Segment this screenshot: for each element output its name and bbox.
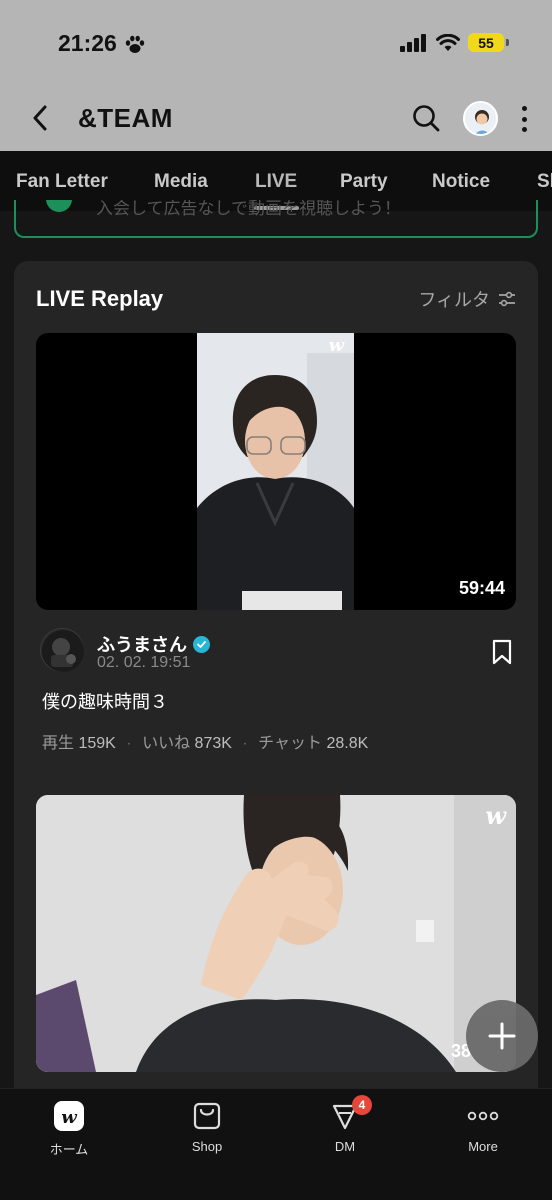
filter-label: フィルタ — [418, 290, 490, 310]
nav-label: Shop — [191, 1139, 223, 1154]
dm-badge: 4 — [352, 1095, 372, 1115]
tab-party[interactable]: Party — [340, 171, 388, 193]
bottom-navigation: w ホーム Shop 4 DM More — [0, 1088, 552, 1200]
chevron-left-icon — [33, 105, 47, 131]
tab-shop[interactable]: Sh — [537, 171, 552, 193]
tab-media[interactable]: Media — [154, 171, 208, 193]
status-icons: 55 — [400, 33, 509, 52]
profile-avatar[interactable] — [463, 101, 498, 136]
thumbnail-frame: w — [197, 333, 354, 610]
likes-label: いいね — [142, 735, 191, 752]
chat-count: 28.8K — [326, 735, 369, 752]
dot — [521, 116, 527, 122]
bookmark-icon[interactable] — [490, 639, 514, 665]
svg-text:w: w — [61, 1107, 78, 1128]
verified-badge-icon — [193, 635, 210, 653]
video-thumbnail[interactable]: w 38 — [36, 795, 516, 1072]
plays-label: 再生 — [42, 735, 75, 752]
post-title[interactable]: 僕の趣味時間３ — [42, 688, 168, 714]
avatar-image — [465, 103, 496, 134]
status-time: 21:26 — [58, 30, 117, 56]
membership-banner[interactable]: 入会して広告なしで動画を視聴しよう！ — [14, 200, 538, 238]
tab-notice[interactable]: Notice — [432, 171, 490, 193]
weverse-home-icon: w — [24, 1101, 114, 1131]
more-dots-icon — [438, 1101, 528, 1131]
dot — [521, 106, 527, 111]
tab-live[interactable]: LIVE — [255, 171, 297, 193]
author-avatar-image — [42, 630, 84, 672]
create-post-button[interactable] — [466, 1000, 538, 1072]
live-replay-card: LIVE Replay フィルタ w 59:44 ふうまさん 02. 02. 1… — [14, 261, 538, 1100]
section-title: LIVE Replay — [36, 286, 164, 311]
post-stats: 再生 159K · いいね 873K · チャット 28.8K — [42, 729, 368, 753]
plus-icon — [488, 1022, 516, 1050]
nav-shop[interactable]: Shop — [162, 1101, 252, 1154]
video-thumbnail[interactable]: w 59:44 — [36, 333, 516, 610]
search-icon[interactable] — [410, 102, 442, 134]
nav-home[interactable]: w ホーム — [24, 1101, 114, 1158]
thumbnail-image — [197, 333, 354, 610]
paw-icon — [125, 35, 145, 53]
nav-label: ホーム — [49, 1142, 89, 1157]
nav-dm[interactable]: 4 DM — [300, 1095, 390, 1154]
shopping-bag-icon — [162, 1101, 252, 1131]
filter-sliders-icon — [499, 291, 515, 307]
nav-more[interactable]: More — [438, 1101, 528, 1154]
more-options-button[interactable] — [514, 104, 534, 134]
likes-count: 873K — [194, 735, 232, 752]
banner-text: 入会して広告なしで動画を視聴しよう！ — [96, 200, 401, 218]
tab-fan-letter[interactable]: Fan Letter — [16, 171, 108, 193]
separator: · — [242, 735, 248, 752]
back-button[interactable] — [22, 100, 58, 136]
weverse-logo-icon: w — [328, 335, 345, 356]
battery-indicator: 55 — [468, 33, 509, 52]
video-duration: 59:44 — [458, 578, 505, 598]
banner-icon — [46, 200, 72, 212]
thumbnail-image — [36, 795, 516, 1072]
weverse-logo-icon: w — [485, 801, 506, 830]
nav-label: More — [468, 1139, 498, 1154]
post-date: 02. 02. 19:51 — [97, 654, 191, 671]
wifi-icon — [436, 33, 460, 51]
dm-icon: 4 — [300, 1095, 390, 1131]
plays-count: 159K — [78, 735, 116, 752]
signal-icon — [400, 33, 426, 52]
author-avatar[interactable] — [40, 628, 84, 672]
chat-label: チャット — [258, 735, 322, 752]
page-title: &TEAM — [78, 103, 173, 133]
filter-button[interactable]: フィルタ — [418, 286, 516, 312]
dot — [521, 127, 527, 132]
top-bar: 21:26 55 &TEAM — [0, 0, 552, 151]
nav-label: DM — [334, 1139, 356, 1154]
separator: · — [126, 735, 132, 752]
